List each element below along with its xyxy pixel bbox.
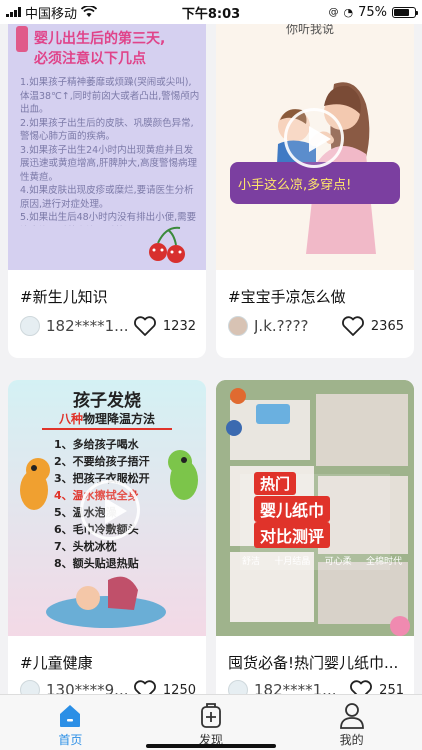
card-meta: 130****9... 1250 [20, 678, 196, 694]
like-count: 1232 [162, 318, 196, 334]
method-item: 2、不要给孩子捂汗 [54, 455, 150, 468]
tip-line: 5.如果出生后48小时内没有排出小便,需要注意泌尿系统和泌尿系统问题。 [20, 212, 197, 226]
play-button[interactable] [80, 480, 140, 540]
card-meta: 182****1... 1232 [20, 314, 196, 338]
tab-label: 我的 [339, 733, 364, 747]
heart-icon[interactable] [349, 679, 373, 694]
tab-label: 首页 [58, 733, 83, 747]
home-indicator [146, 744, 276, 748]
tip-line: 3.如果孩子出生24小时内出现黄疸并且发展迅速或黄疸增高,肝脾肿大,高度警惕病理… [20, 144, 198, 183]
card-thumbnail[interactable]: 你听我说 小手这么凉,多穿点! [216, 24, 414, 270]
avatar[interactable] [20, 316, 40, 336]
card-meta: J.k.???? 2365 [228, 314, 404, 338]
method-item: 8、额头贴退热贴 [54, 557, 139, 570]
brand-tag: 可心柔 [324, 557, 352, 567]
home-icon [60, 705, 81, 727]
heart-icon[interactable] [133, 679, 157, 694]
avatar[interactable] [228, 680, 248, 694]
battery-icon [392, 6, 418, 18]
like-count: 2365 [370, 318, 404, 334]
brand-tag: 全棉时代 [365, 557, 402, 567]
status-right: @ ◔ 75% [328, 4, 418, 20]
card-title[interactable]: #儿童健康 [20, 652, 198, 673]
card-title[interactable]: #宝宝手凉怎么做 [228, 286, 406, 307]
avatar[interactable] [228, 316, 248, 336]
thumb-divider [42, 428, 172, 430]
card-title[interactable]: 囤货必备!热门婴儿纸巾... [228, 652, 406, 673]
thumb-brand-tags: 舒洁 十月结晶 可心柔 全棉时代 [242, 554, 402, 567]
author-name[interactable]: J.k.???? [254, 317, 337, 335]
tab-bar: 首页 发现 我的 [0, 694, 422, 750]
method-item: 7、头枕冰枕 [54, 540, 117, 553]
author-name[interactable]: 182****1... [254, 681, 345, 694]
thumb-title: 孩子发烧 [73, 391, 141, 411]
tab-home[interactable]: 首页 [0, 695, 141, 750]
heart-icon[interactable] [133, 315, 157, 337]
brand-tag: 舒洁 [242, 557, 261, 567]
thumb-subtitle-row: 八种物理降温方法 [8, 410, 206, 427]
card-thumbnail[interactable]: 孩子发烧 八种物理降温方法 1、多给孩子喝水 2、不要给孩子捂汗 3、把孩子衣服… [8, 380, 206, 636]
thumb-heading-2: 必须注意以下几点 [34, 51, 146, 67]
feed-card[interactable]: 孩子发烧 八种物理降温方法 1、多给孩子喝水 2、不要给孩子捂汗 3、把孩子衣服… [8, 380, 206, 694]
thumb-tips-list: 1.如果孩子精神萎靡或烦躁(哭闹或尖叫),体温38℃↑,同时前囟大或者凸出,警惕… [20, 76, 200, 226]
alarm-icon: ◔ [343, 5, 354, 19]
author-name[interactable]: 130****9... [46, 681, 129, 694]
thumb-line2: 婴儿纸巾 [254, 496, 331, 522]
feed-card[interactable]: 热门 婴儿纸巾 对比测评 舒洁 十月结晶 可心柔 全棉时代 囤货必备!热门婴儿纸… [216, 380, 414, 694]
avatar[interactable] [20, 680, 40, 694]
tab-discover[interactable]: 发现 [141, 695, 282, 750]
thumb-subtitle: 物理降温方法 [83, 412, 156, 426]
thumb-line3: 对比测评 [254, 522, 331, 548]
feed-grid: 婴儿出生后的第三天, 必须注意以下几点 1.如果孩子精神萎靡或烦躁(哭闹或尖叫)… [0, 24, 422, 694]
profile-icon [339, 703, 364, 729]
brand-tag: 十月结晶 [274, 557, 311, 567]
tip-line: 4.如果皮肤出现皮疹或糜烂,要请医生分析原因,进行对症处理。 [20, 185, 194, 210]
like-count: 1250 [162, 682, 196, 695]
feed-card[interactable]: 你听我说 小手这么凉,多穿点! #宝宝手凉怎么做 J.k.???? 2365 [216, 24, 414, 358]
author-name[interactable]: 182****1... [46, 317, 129, 335]
thumb-top-text: 你听我说 [286, 24, 335, 36]
location-icon: @ [328, 6, 339, 18]
status-bar: 中国移动 下午8:03 @ ◔ 75% [0, 0, 422, 24]
tab-profile[interactable]: 我的 [281, 695, 422, 750]
thumb-line1: 热门 [254, 472, 297, 495]
battery-percent: 75% [358, 4, 387, 20]
card-thumbnail[interactable]: 热门 婴儿纸巾 对比测评 舒洁 十月结晶 可心柔 全棉时代 [216, 380, 414, 636]
play-button[interactable] [284, 108, 344, 168]
thumb-subtitle-highlight: 八种 [58, 412, 83, 426]
thumb-banner-text: 小手这么凉,多穿点! [238, 178, 352, 193]
card-thumbnail[interactable]: 婴儿出生后的第三天, 必须注意以下几点 1.如果孩子精神萎靡或烦躁(哭闹或尖叫)… [8, 24, 206, 270]
tip-line: 1.如果孩子精神萎靡或烦躁(哭闹或尖叫),体温38℃↑,同时前囟大或者凸出,警惕… [20, 77, 200, 115]
heart-icon[interactable] [341, 315, 365, 337]
feed-card[interactable]: 婴儿出生后的第三天, 必须注意以下几点 1.如果孩子精神萎靡或烦躁(哭闹或尖叫)… [8, 24, 206, 358]
card-meta: 182****1... 251 [228, 678, 404, 694]
like-count: 251 [379, 682, 404, 695]
thumb-heading-1: 婴儿出生后的第三天, [34, 31, 166, 47]
card-title[interactable]: #新生儿知识 [20, 286, 198, 307]
discover-icon [201, 703, 221, 728]
method-item: 1、多给孩子喝水 [54, 438, 139, 451]
tip-line: 2.如果孩子出生后的皮肤、巩膜颜色异常,警惕心肺方面的疾病。 [20, 117, 194, 143]
